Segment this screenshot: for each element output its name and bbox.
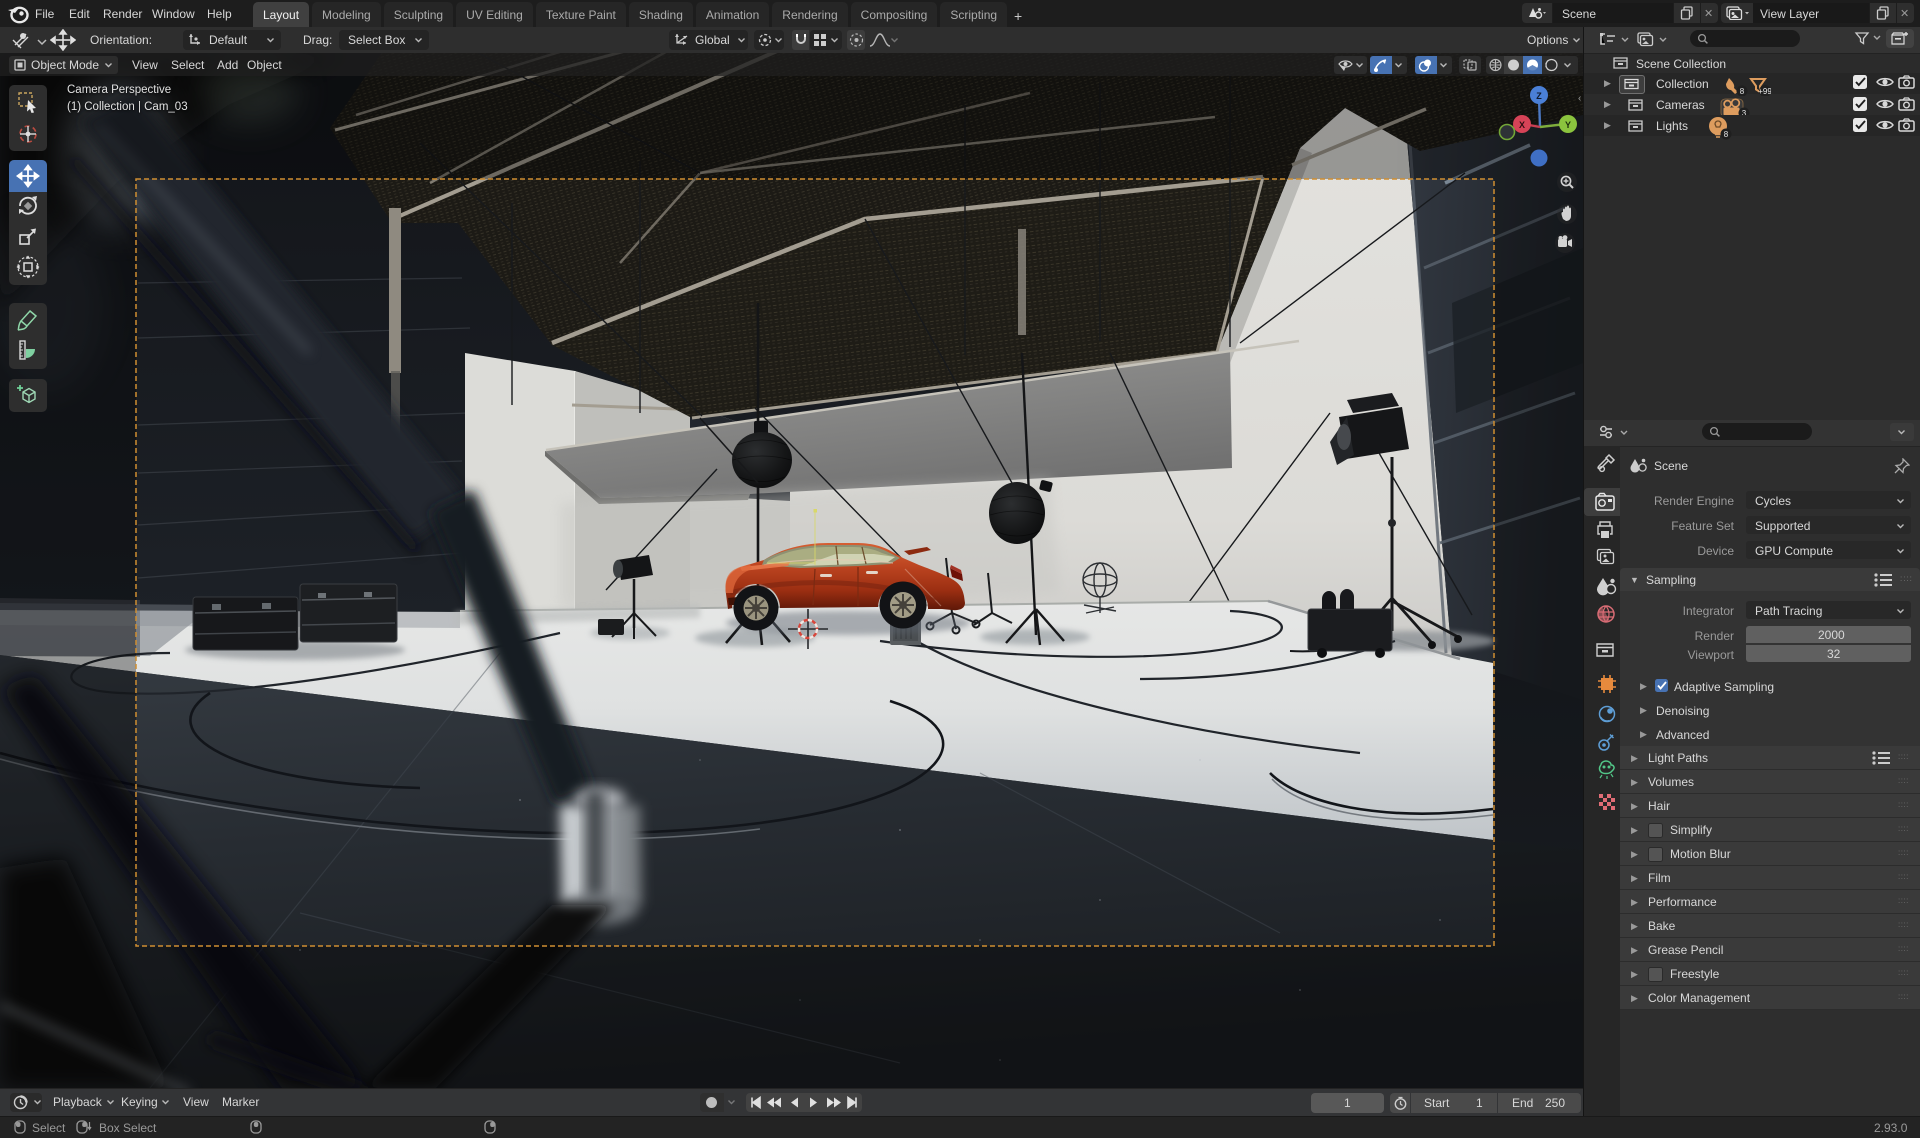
svg-text:Z: Z xyxy=(1536,91,1542,101)
svg-text:Y: Y xyxy=(1565,120,1571,130)
svg-text:X: X xyxy=(1519,120,1525,130)
svg-text:+99: +99 xyxy=(1758,87,1771,96)
svg-text:8: 8 xyxy=(1740,87,1745,96)
svg-text:8: 8 xyxy=(1724,130,1729,139)
svg-text:‹: ‹ xyxy=(1578,93,1581,104)
